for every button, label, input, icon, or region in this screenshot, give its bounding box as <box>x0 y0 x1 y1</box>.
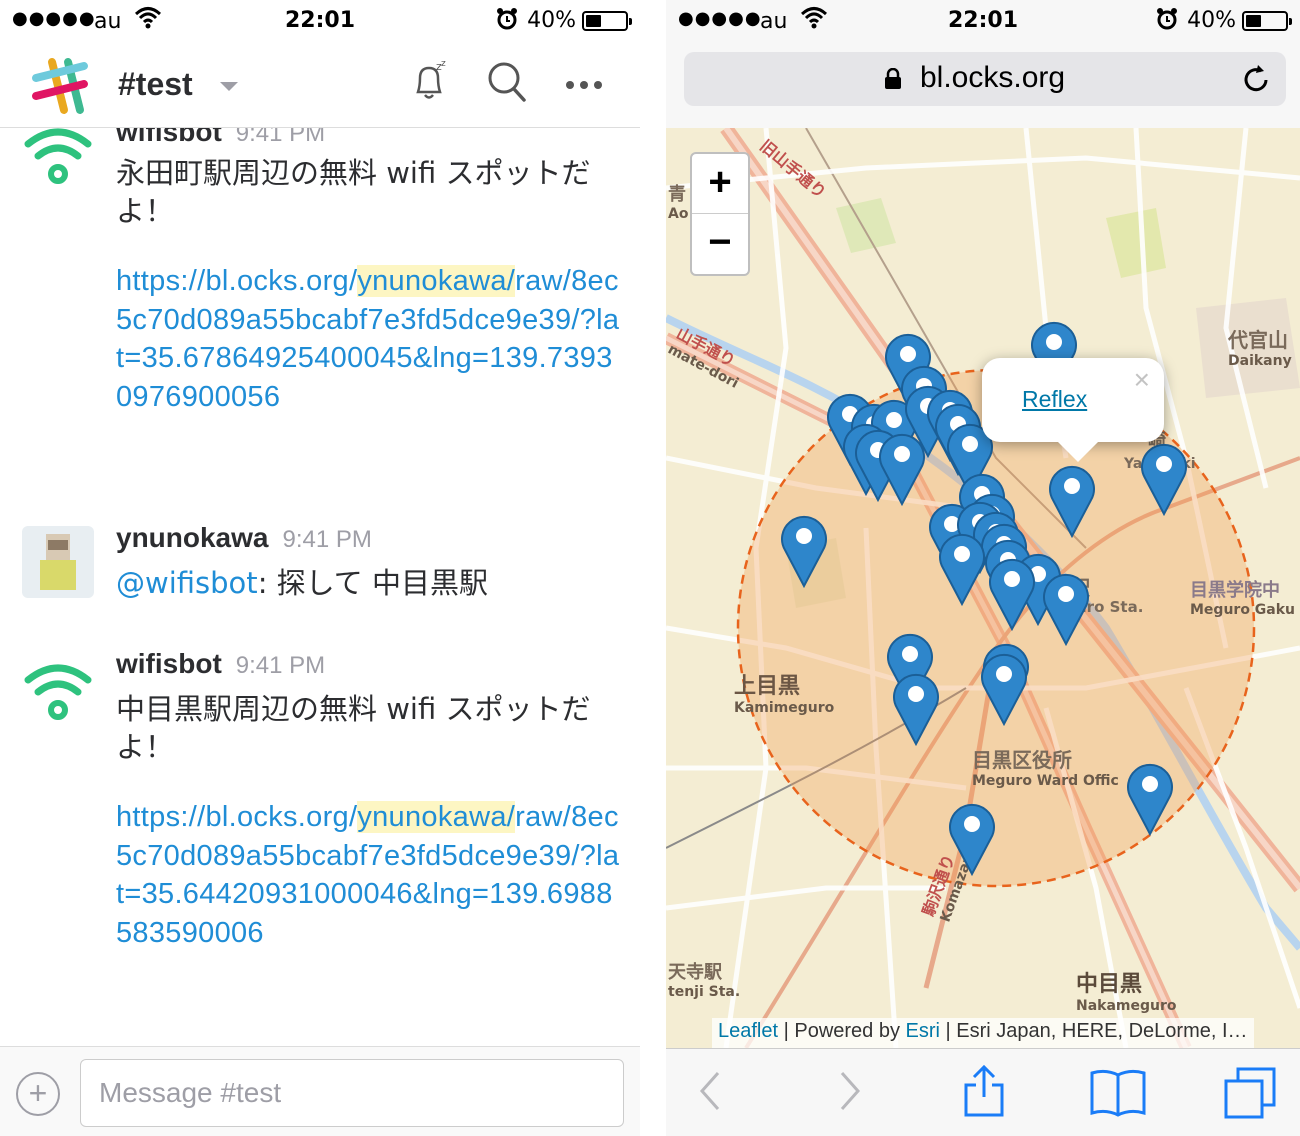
sender-name[interactable]: wifisbot <box>116 648 222 679</box>
channel-header: #test zz <box>0 44 640 128</box>
safari-screen: ●●●●● au 22:01 40% bl.ocks.org 上目黒 Kamim… <box>666 0 1300 1136</box>
message-time: 9:41 PM <box>235 652 326 679</box>
map-marker-icon[interactable] <box>1139 440 1189 516</box>
label-en: Nakameguro <box>1076 998 1177 1014</box>
message-time: 9:41 PM <box>282 526 372 553</box>
map-marker-icon[interactable] <box>877 430 927 506</box>
search-icon[interactable] <box>486 60 528 108</box>
message-link[interactable]: https://bl.ocks.org/ynunokawa/raw/8ec5c7… <box>116 262 626 416</box>
battery-percent: 40% <box>527 8 576 33</box>
status-bar: ●●●●● au 22:01 40% <box>0 0 640 44</box>
divider <box>640 0 666 1136</box>
back-icon[interactable] <box>696 1069 726 1117</box>
map-label: 中目黒 Nakameguro <box>1076 966 1177 1014</box>
label-en: Meguro Gaku <box>1190 602 1296 618</box>
map-marker-icon[interactable] <box>779 512 829 588</box>
battery-icon <box>582 11 632 31</box>
map-label: 上目黒 Kamimeguro <box>734 668 834 716</box>
status-bar: ●●●●● au 22:01 40% <box>666 0 1300 44</box>
link-highlight[interactable]: ynunokawa/ <box>357 801 516 833</box>
map-marker-icon[interactable] <box>987 555 1037 631</box>
zoom-out-button[interactable]: − <box>692 214 748 274</box>
label-en: Kamimeguro <box>734 700 835 716</box>
wifi-bot-avatar-icon[interactable] <box>22 650 94 722</box>
channel-name[interactable]: #test <box>118 66 193 103</box>
message-sender[interactable]: wifisbot 9:41 PM <box>116 648 325 680</box>
battery-percent: 40% <box>1187 8 1236 33</box>
tabs-icon[interactable] <box>1224 1067 1278 1123</box>
map-marker-icon[interactable] <box>891 670 941 746</box>
label-jp: 目黒学院中 <box>1190 580 1280 601</box>
popup-link[interactable]: Reflex <box>1022 386 1087 413</box>
label-en: Daikany <box>1228 353 1292 369</box>
label-jp: 青 <box>668 184 686 205</box>
message-list[interactable]: wifisbot 9:41 PM 永田町駅周辺の無料 wifi スポットだよ！ h… <box>0 100 640 1046</box>
slack-logo-icon[interactable] <box>30 56 90 120</box>
more-icon[interactable] <box>564 76 604 95</box>
label-jp: 上目黒 <box>734 674 801 699</box>
map-marker-icon[interactable] <box>937 530 987 606</box>
label-jp: 中目黒 <box>1076 972 1143 997</box>
zoom-control: + − <box>690 152 750 276</box>
map-label: 代官山 Daikany <box>1228 324 1292 369</box>
map[interactable]: 上目黒 Kamimeguro 目黒区役所 Meguro Ward Offic 中目黒… <box>666 128 1300 1048</box>
svg-text:z: z <box>441 60 446 69</box>
map-label: 目黒学院中 Meguro Gaku <box>1190 576 1295 618</box>
url-text[interactable]: bl.ocks.org <box>920 61 1065 95</box>
message-sender[interactable]: ynunokawa 9:41 PM <box>116 522 372 554</box>
message-link[interactable]: https://bl.ocks.org/ynunokawa/raw/8ec5c7… <box>116 798 626 952</box>
attribution-sources: | Esri Japan, HERE, DeLorme, I… <box>940 1020 1248 1042</box>
reload-icon[interactable] <box>1240 62 1272 100</box>
link-part[interactable]: https://bl.ocks.org/ <box>116 801 357 833</box>
message-composer: + <box>0 1046 640 1136</box>
leaflet-link[interactable]: Leaflet <box>718 1020 778 1042</box>
label-en: Meguro Ward Offic <box>972 773 1119 789</box>
map-marker-icon[interactable] <box>1125 760 1175 836</box>
bookmarks-icon[interactable] <box>1090 1067 1146 1121</box>
add-attachment-icon[interactable]: + <box>16 1072 60 1116</box>
label-en: tenji Sta. <box>668 984 741 1000</box>
user-avatar[interactable] <box>22 526 94 598</box>
address-bar[interactable]: bl.ocks.org <box>684 52 1286 106</box>
attribution-text: | Powered by <box>778 1020 906 1042</box>
message-body: : 探して 中目黒駅 <box>257 566 489 600</box>
map-marker-icon[interactable] <box>979 650 1029 726</box>
mention[interactable]: @wifisbot <box>116 566 258 600</box>
map-label: 天寺駅 tenji Sta. <box>668 958 740 1000</box>
lock-icon <box>884 67 902 94</box>
snooze-bell-icon[interactable]: zz <box>410 59 450 108</box>
message-text: 中目黒駅周辺の無料 wifi スポットだよ！ <box>116 692 591 764</box>
map-marker-icon[interactable] <box>947 800 997 876</box>
share-icon[interactable] <box>962 1063 1006 1121</box>
map-label: 青 Ao <box>668 180 688 222</box>
link-part[interactable]: https://bl.ocks.org/ <box>116 265 357 297</box>
message-input[interactable] <box>80 1059 624 1127</box>
alarm-icon <box>1156 7 1178 37</box>
label-en: Ao <box>668 206 689 222</box>
map-attribution: Leaflet | Powered by Esri | Esri Japan, … <box>712 1018 1254 1048</box>
map-marker-icon[interactable] <box>1047 462 1097 538</box>
safari-toolbar <box>666 1048 1300 1136</box>
map-label: 目黒区役所 Meguro Ward Offic <box>972 744 1119 789</box>
link-highlight[interactable]: ynunokawa/ <box>357 265 516 297</box>
sender-name[interactable]: ynunokawa <box>116 522 268 553</box>
esri-link[interactable]: Esri <box>906 1020 940 1042</box>
zoom-in-button[interactable]: + <box>692 154 748 214</box>
battery-icon <box>1242 11 1292 31</box>
message-text: @wifisbot: 探して 中目黒駅 <box>116 564 616 602</box>
label-jp: 目黒区役所 <box>972 748 1072 772</box>
slack-screen: ●●●●● au 22:01 40% #test zz wifisbot 9:4… <box>0 0 640 1136</box>
alarm-icon <box>496 7 518 37</box>
map-marker-icon[interactable] <box>1041 570 1091 646</box>
chevron-down-icon[interactable] <box>220 82 238 91</box>
map-popup: Reflex × <box>982 358 1164 462</box>
message-text: 永田町駅周辺の無料 wifi スポットだよ！ <box>116 156 591 228</box>
forward-icon[interactable] <box>834 1069 864 1117</box>
label-jp: 天寺駅 <box>668 962 722 983</box>
popup-close-button[interactable]: × <box>1134 364 1150 396</box>
label-jp: 代官山 <box>1228 328 1288 352</box>
